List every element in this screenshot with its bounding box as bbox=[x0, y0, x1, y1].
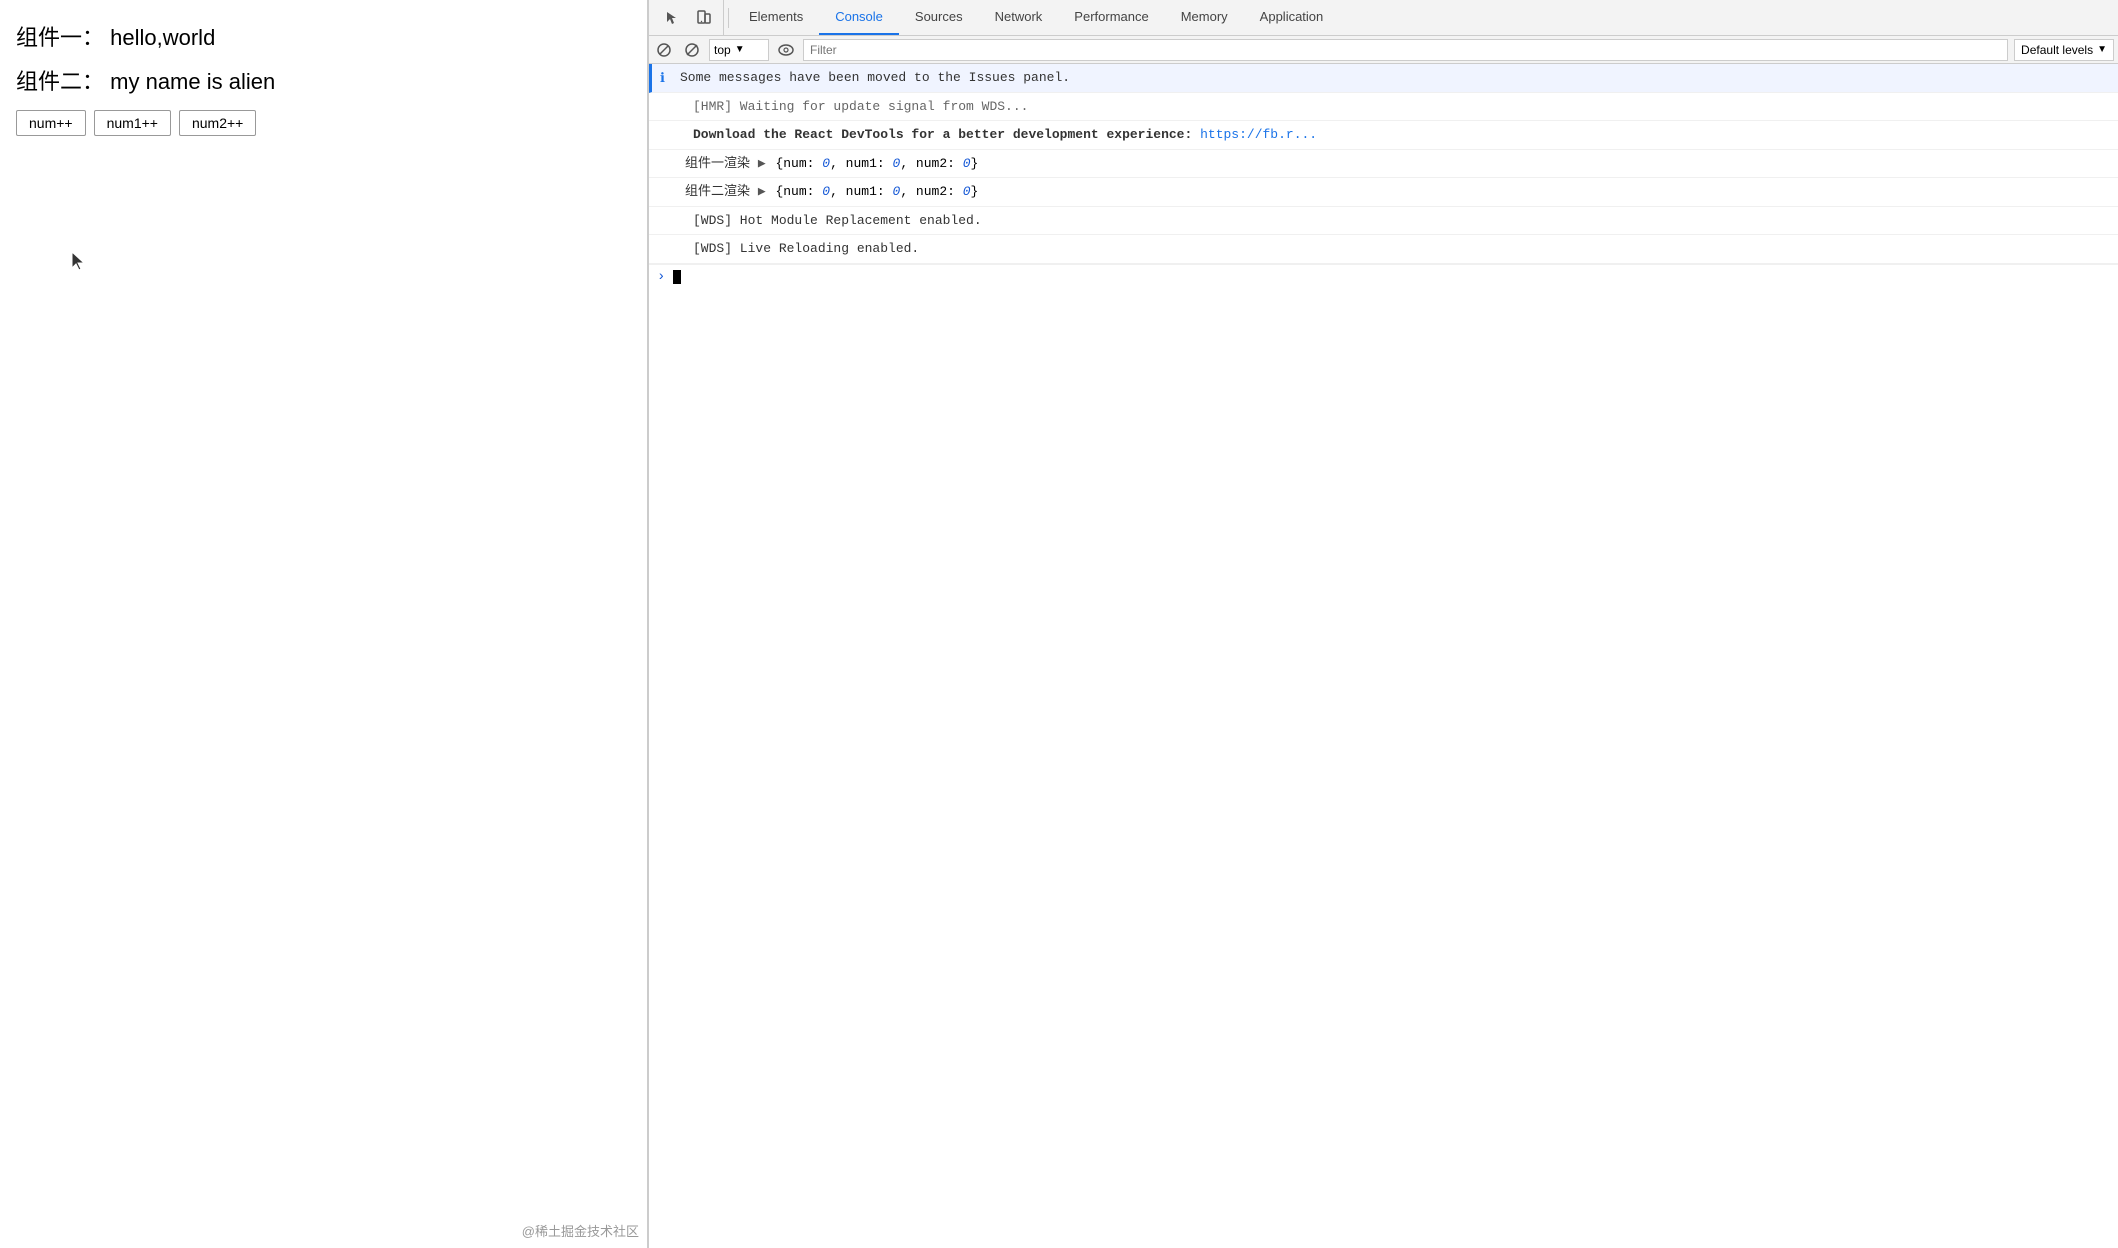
info-icon: ℹ bbox=[660, 69, 665, 89]
console-message-devtools-link: Download the React DevTools for a better… bbox=[649, 121, 2118, 150]
tab-performance[interactable]: Performance bbox=[1058, 0, 1164, 35]
buttons-row: num++ num1++ num2++ bbox=[16, 110, 631, 136]
clear-console-button[interactable] bbox=[653, 39, 675, 61]
console-prompt[interactable]: › bbox=[649, 264, 2118, 289]
num-increment-button[interactable]: num++ bbox=[16, 110, 86, 136]
console-message-component1: 组件一渲染 ▶ {num: 0, num1: 0, num2: 0} bbox=[649, 150, 2118, 179]
component2-render-message: 组件二渲染 ▶ {num: 0, num1: 0, num2: 0} bbox=[677, 182, 2110, 202]
wds-hmr-message: [WDS] Hot Module Replacement enabled. bbox=[677, 211, 2110, 231]
console-output: ℹ Some messages have been moved to the I… bbox=[649, 64, 2118, 1248]
react-devtools-link[interactable]: https://fb.r... bbox=[1200, 127, 1317, 142]
wds-live-message: [WDS] Live Reloading enabled. bbox=[677, 239, 2110, 259]
component1-value: hello,world bbox=[110, 25, 215, 50]
num2-increment-button[interactable]: num2++ bbox=[179, 110, 256, 136]
devtools-toolbar: Elements Console Sources Network Perform… bbox=[649, 0, 2118, 36]
toolbar-icons bbox=[653, 0, 724, 35]
toolbar-divider bbox=[728, 8, 729, 28]
cursor-blink bbox=[673, 270, 681, 284]
component1-label: 组件一： bbox=[16, 25, 104, 50]
console-toolbar: top ▼ Default levels ▼ bbox=[649, 36, 2118, 64]
component2-value: my name is alien bbox=[110, 69, 275, 94]
component1-render-message: 组件一渲染 ▶ {num: 0, num1: 0, num2: 0} bbox=[677, 154, 2110, 174]
app-panel: 组件一： hello,world 组件二： my name is alien n… bbox=[0, 0, 648, 1248]
tab-network[interactable]: Network bbox=[979, 0, 1059, 35]
log-levels-button[interactable]: Default levels ▼ bbox=[2014, 39, 2114, 61]
devtools-link-message: Download the React DevTools for a better… bbox=[677, 125, 2110, 145]
expand-arrow-icon-2[interactable]: ▶ bbox=[758, 182, 766, 202]
num1-increment-button[interactable]: num1++ bbox=[94, 110, 171, 136]
levels-dropdown-icon: ▼ bbox=[2097, 44, 2107, 55]
issues-panel-message: Some messages have been moved to the Iss… bbox=[680, 68, 2110, 88]
inspect-element-button[interactable] bbox=[659, 4, 687, 32]
tab-console[interactable]: Console bbox=[819, 0, 899, 35]
tab-memory[interactable]: Memory bbox=[1165, 0, 1244, 35]
devtools-tabs: Elements Console Sources Network Perform… bbox=[733, 0, 1339, 35]
expand-arrow-icon[interactable]: ▶ bbox=[758, 154, 766, 174]
prompt-arrow-icon: › bbox=[657, 269, 665, 285]
stop-recording-button[interactable] bbox=[681, 39, 703, 61]
tab-application[interactable]: Application bbox=[1244, 0, 1340, 35]
devtools-panel: Elements Console Sources Network Perform… bbox=[648, 0, 2118, 1248]
device-toolbar-button[interactable] bbox=[689, 4, 717, 32]
tab-sources[interactable]: Sources bbox=[899, 0, 979, 35]
console-message-component2: 组件二渲染 ▶ {num: 0, num1: 0, num2: 0} bbox=[649, 178, 2118, 207]
console-message-hmr: [HMR] Waiting for update signal from WDS… bbox=[649, 93, 2118, 122]
tab-elements[interactable]: Elements bbox=[733, 0, 819, 35]
main-container: 组件一： hello,world 组件二： my name is alien n… bbox=[0, 0, 2118, 1248]
component2-label: 组件二： bbox=[16, 69, 104, 94]
component1-line: 组件一： hello,world bbox=[16, 20, 631, 52]
console-message-wds-live: [WDS] Live Reloading enabled. bbox=[649, 235, 2118, 264]
watermark: @稀土掘金技术社区 bbox=[522, 1221, 639, 1240]
component2-line: 组件二： my name is alien bbox=[16, 64, 631, 96]
cursor-indicator bbox=[72, 252, 88, 268]
eye-button[interactable] bbox=[775, 39, 797, 61]
context-selector[interactable]: top ▼ bbox=[709, 39, 769, 61]
console-message-wds-hmr: [WDS] Hot Module Replacement enabled. bbox=[649, 207, 2118, 236]
dropdown-arrow-icon: ▼ bbox=[735, 44, 745, 55]
console-message-issues: ℹ Some messages have been moved to the I… bbox=[649, 64, 2118, 93]
hmr-message: [HMR] Waiting for update signal from WDS… bbox=[677, 97, 2110, 117]
filter-input[interactable] bbox=[803, 39, 2008, 61]
